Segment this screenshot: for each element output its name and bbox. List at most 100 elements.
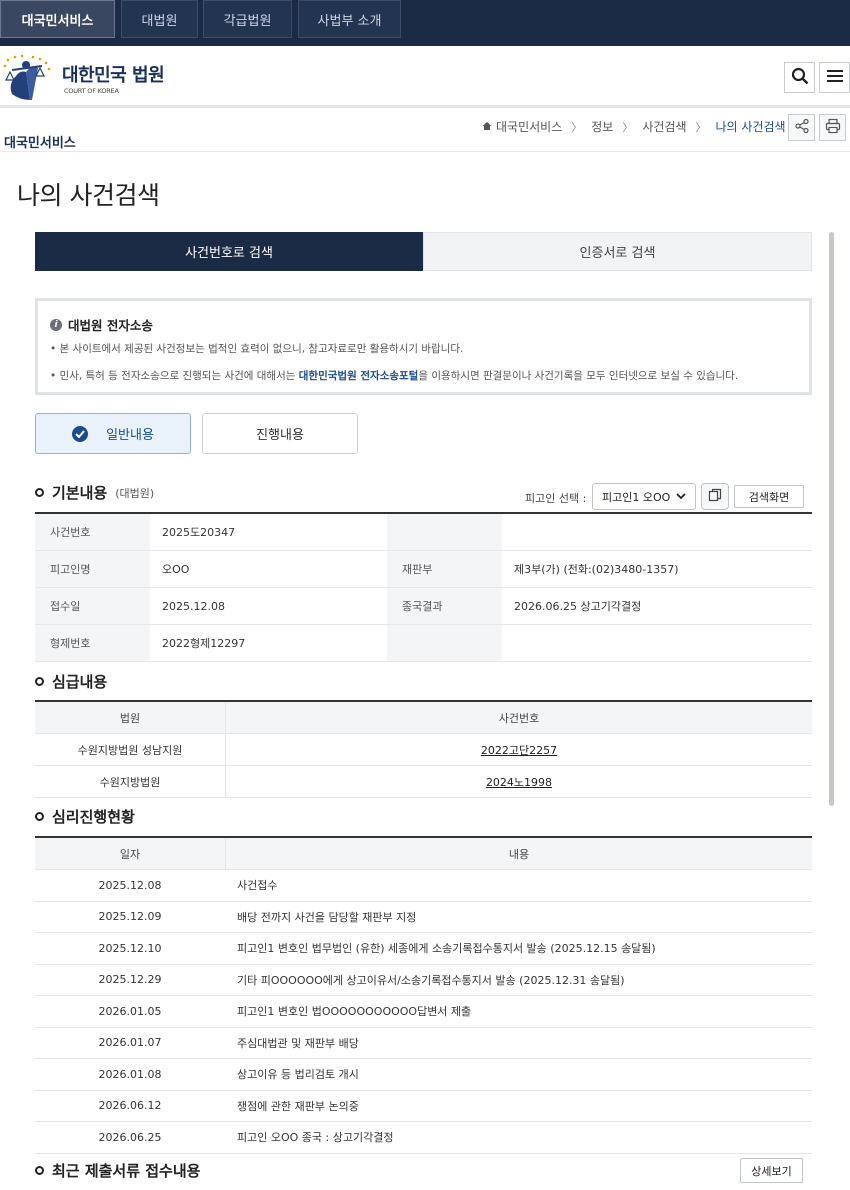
tab-public-service[interactable]: 대국민서비스 xyxy=(0,0,115,38)
tab-search-by-case-number[interactable]: 사건번호로 검색 xyxy=(35,232,423,271)
basic-info-subtitle: (대법원) xyxy=(115,486,155,500)
section-bullet-icon xyxy=(35,677,44,686)
tab-search-by-certificate[interactable]: 인증서로 검색 xyxy=(423,232,812,271)
table-value xyxy=(502,514,812,550)
hearing-date: 2026.06.25 xyxy=(98,1130,162,1144)
search-icon xyxy=(791,67,809,88)
table-label: 재판부 xyxy=(387,551,502,587)
logo-title[interactable]: 대한민국 법원 xyxy=(62,61,165,87)
column-header: 법원 xyxy=(35,702,225,733)
notice-title-text: 대법원 전자소송 xyxy=(68,318,153,333)
basic-info-heading: 기본내용 (대법원) xyxy=(35,482,154,503)
search-button[interactable] xyxy=(784,62,815,93)
section-label: 대국민서비스 xyxy=(4,136,76,151)
hearing-content: 사건접수 xyxy=(237,879,278,893)
table-row: 2026.06.12 쟁점에 관한 재판부 논의중 xyxy=(35,1091,812,1122)
hearing-date: 2025.12.29 xyxy=(98,973,162,987)
table-label xyxy=(387,514,502,550)
table-row: 수원지방법원 성남지원 2022고단2257 xyxy=(35,734,812,766)
table-label: 접수일 xyxy=(35,588,150,624)
table-row: 2026.01.07 주심대법관 및 재판부 배당 xyxy=(35,1028,812,1059)
basic-info-title: 기본내용 xyxy=(52,484,108,502)
recent-submissions-heading: 최근 제출서류 접수내용 xyxy=(35,1160,200,1181)
breadcrumb-item[interactable]: 대국민서비스 xyxy=(496,118,562,135)
notice-line-2-post: 을 이용하시면 판결문이나 사건기록을 모두 인터넷으로 보실 수 있습니다. xyxy=(418,370,739,382)
breadcrumb-item[interactable]: 사건검색 xyxy=(642,118,686,135)
print-icon xyxy=(825,118,841,137)
table-row: 2026.01.08 상고이유 등 법리검토 개시 xyxy=(35,1059,812,1091)
breadcrumb-bar: 대국민서비스 대국민서비스 〉 정보 〉 사건검색 〉 나의 사건검색 xyxy=(0,108,850,152)
print-button[interactable] xyxy=(819,114,846,141)
defendant-select[interactable]: 피고인1 오OO xyxy=(592,483,696,510)
table-row: 2026.01.05 피고인1 변호인 법OOOOOOOOOOO답변서 제출 xyxy=(35,996,812,1028)
case-number-link-cell: 2022고단2257 xyxy=(225,734,812,765)
progress-info-toggle[interactable]: 진행내용 xyxy=(202,413,358,454)
recent-submissions-title: 최근 제출서류 접수내용 xyxy=(52,1162,201,1180)
case-number-link[interactable]: 2022고단2257 xyxy=(481,742,557,758)
home-icon[interactable] xyxy=(482,120,492,134)
table-value: 오OO xyxy=(162,563,190,576)
search-screen-button[interactable]: 검색화면 xyxy=(734,485,804,508)
table-label xyxy=(387,625,502,661)
defendant-select-value: 피고인1 오OO xyxy=(602,490,671,504)
top-navigation: 대국민서비스 대법원 각급법원 사법부 소개 xyxy=(0,0,850,46)
hearing-progress-heading: 심리진행현황 xyxy=(35,806,135,827)
table-row: 2025.12.10 피고인1 변호인 법무법인 (유한) 세종에게 소송기록접… xyxy=(35,933,812,965)
table-value: 2022형제12297 xyxy=(162,637,246,650)
section-bullet-icon xyxy=(35,488,44,497)
table-row: 형제번호 2022형제12297 xyxy=(35,625,812,662)
basic-info-table: 사건번호 2025도20347 피고인명 오OO 재판부 제3부(가) (전화:… xyxy=(35,512,812,662)
hearing-content: 상고이유 등 법리검토 개시 xyxy=(237,1068,359,1082)
tab-supreme-court[interactable]: 대법원 xyxy=(121,0,198,38)
hearing-content: 쟁점에 관한 재판부 논의중 xyxy=(237,1099,359,1113)
check-icon xyxy=(72,425,89,442)
hearing-date: 2025.12.10 xyxy=(98,941,162,955)
hearing-date: 2025.12.09 xyxy=(98,910,162,924)
tab-judiciary-intro[interactable]: 사법부 소개 xyxy=(298,0,401,38)
breadcrumb-current[interactable]: 나의 사건검색 xyxy=(716,118,786,135)
column-header: 내용 xyxy=(225,838,812,869)
share-button[interactable] xyxy=(788,114,815,141)
menu-icon xyxy=(826,68,844,87)
lower-court-title: 심급내용 xyxy=(52,673,108,691)
copy-button[interactable] xyxy=(701,483,729,510)
general-info-label: 일반내용 xyxy=(106,428,154,443)
section-bullet-icon xyxy=(35,812,44,821)
notice-box: i 대법원 전자소송 • 본 사이트에서 제공된 사건정보는 법적인 효력이 없… xyxy=(35,298,812,395)
info-icon: i xyxy=(50,318,62,331)
table-row: 2025.12.08 사건접수 xyxy=(35,870,812,902)
court-logo-icon[interactable] xyxy=(2,54,54,102)
chevron-right-icon: 〉 xyxy=(571,120,583,134)
table-row: 2026.06.25 피고인 오OO 종국 : 상고기각결정 xyxy=(35,1122,812,1154)
logo-subtitle: COURT OF KOREA xyxy=(64,87,119,95)
notice-line-2-pre: • 민사, 특허 등 전자소송으로 진행되는 사건에 대해서는 xyxy=(50,370,299,382)
tab-courts[interactable]: 각급법원 xyxy=(203,0,292,38)
table-header-row: 일자 내용 xyxy=(35,838,812,870)
detail-view-button[interactable]: 상세보기 xyxy=(740,1158,803,1183)
general-info-toggle[interactable]: 일반내용 xyxy=(35,413,191,454)
section-bullet-icon xyxy=(35,1166,44,1175)
table-label: 사건번호 xyxy=(35,514,150,550)
hearing-content: 기타 피OOOOOO에게 상고이유서/소송기록접수통지서 발송 (2025.12… xyxy=(237,973,625,987)
hearing-date: 2025.12.08 xyxy=(98,878,162,892)
e-litigation-portal-link[interactable]: 대한민국법원 전자소송포털 xyxy=(299,370,419,382)
table-label: 종국결과 xyxy=(387,588,502,624)
table-value: 2025도20347 xyxy=(162,526,236,539)
hearing-date: 2026.01.08 xyxy=(98,1067,162,1081)
hearing-progress-title: 심리진행현황 xyxy=(52,808,135,826)
hearing-content: 피고인1 변호인 법OOOOOOOOOOO답변서 제출 xyxy=(237,1005,472,1019)
chevron-right-icon: 〉 xyxy=(695,120,707,134)
case-number-link-cell: 2024노1998 xyxy=(225,766,812,797)
hearing-date: 2026.06.12 xyxy=(98,1099,162,1113)
menu-button[interactable] xyxy=(819,62,850,93)
hearing-content: 피고인 오OO 종국 : 상고기각결정 xyxy=(237,1131,394,1145)
case-number-link[interactable]: 2024노1998 xyxy=(486,774,552,790)
copy-icon xyxy=(708,488,722,505)
table-header-row: 법원 사건번호 xyxy=(35,702,812,734)
scrollbar[interactable] xyxy=(829,232,834,806)
court-name: 수원지방법원 성남지원 xyxy=(77,743,183,757)
table-row: 접수일 2025.12.08 종국결과 2026.06.25 상고기각결정 xyxy=(35,588,812,625)
breadcrumb-item[interactable]: 정보 xyxy=(591,118,613,135)
table-value: 2025.12.08 xyxy=(162,599,225,613)
hearing-date: 2026.01.05 xyxy=(98,1004,162,1018)
